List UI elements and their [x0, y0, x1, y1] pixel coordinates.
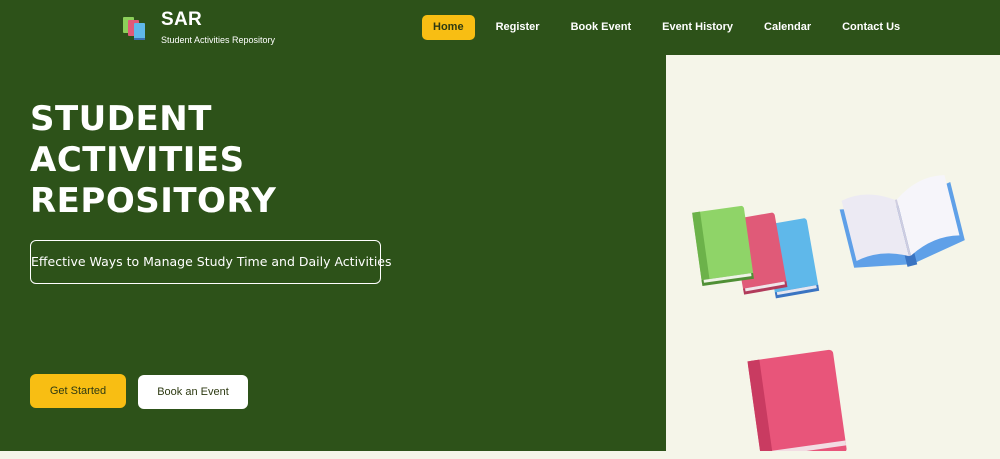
books-stack-icon — [692, 205, 820, 299]
books-stack-icon — [123, 17, 145, 40]
nav-home[interactable]: Home — [422, 15, 475, 40]
nav-book-event[interactable]: Book Event — [571, 15, 632, 40]
brand-subtitle: Student Activities Repository — [161, 35, 276, 45]
hero-title: STUDENT ACTIVITIES REPOSITORY — [30, 99, 277, 221]
navbar: SAR Student Activities Repository Home R… — [0, 0, 1000, 55]
get-started-button[interactable]: Get Started — [30, 374, 126, 408]
brand-title: SAR — [161, 9, 203, 30]
hero-section: STUDENT ACTIVITIES REPOSITORY Effective … — [0, 55, 1000, 451]
nav-contact-us[interactable]: Contact Us — [842, 15, 900, 40]
book-icon — [747, 349, 847, 451]
hero-illustration — [666, 55, 1000, 451]
nav-register[interactable]: Register — [496, 15, 540, 40]
hero-tagline: Effective Ways to Manage Study Time and … — [30, 240, 392, 284]
nav-event-history[interactable]: Event History — [662, 15, 733, 40]
book-an-event-button[interactable]: Book an Event — [138, 375, 248, 409]
open-book-icon — [839, 175, 965, 268]
nav-calendar[interactable]: Calendar — [764, 15, 811, 40]
page-bottom-strip — [0, 451, 1000, 459]
main-nav: Home Register Book Event Event History C… — [422, 15, 900, 40]
